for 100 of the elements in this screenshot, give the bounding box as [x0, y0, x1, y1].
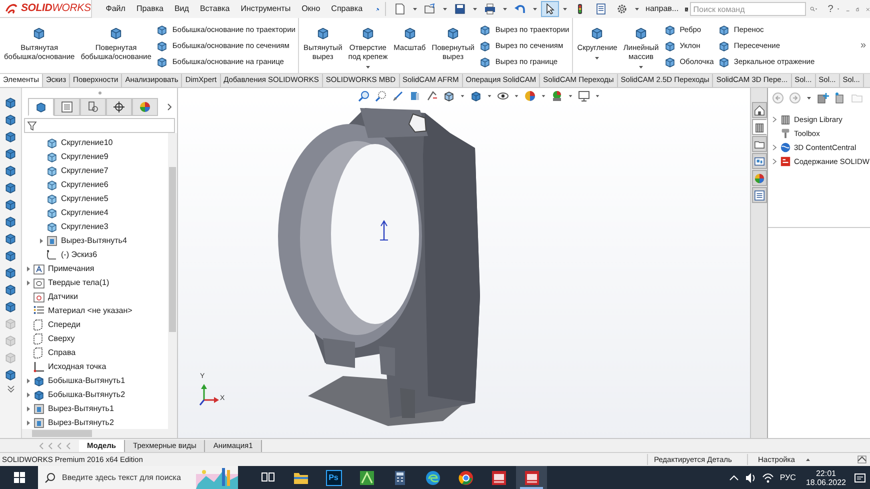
- feature-tool-icon[interactable]: [4, 232, 17, 245]
- tree-item[interactable]: Скругление4: [61, 207, 108, 219]
- caret-icon[interactable]: [502, 6, 508, 12]
- zoom-fit-icon[interactable]: [358, 90, 370, 102]
- start-icon[interactable]: [14, 472, 24, 483]
- caret-up-icon[interactable]: [804, 456, 811, 462]
- tree-item[interactable]: Скругление5: [61, 193, 108, 205]
- caret-icon[interactable]: [442, 6, 448, 12]
- caret-icon[interactable]: [638, 64, 644, 70]
- feature-tool-icon[interactable]: [4, 147, 17, 160]
- more-button[interactable]: »: [860, 38, 870, 53]
- list-document-icon[interactable]: [594, 3, 607, 15]
- tree-item[interactable]: Материал <не указан>: [48, 305, 132, 317]
- taskbar-app-button[interactable]: [516, 466, 547, 489]
- feature-tool-icon[interactable]: [4, 164, 17, 177]
- display-style-icon[interactable]: [470, 90, 482, 102]
- color-wheel-tab[interactable]: [132, 98, 158, 116]
- zoom-area-icon[interactable]: [375, 90, 387, 102]
- view-orientation-icon[interactable]: [443, 90, 455, 102]
- expand-arrow-icon[interactable]: [26, 406, 31, 412]
- annotation-view-icon[interactable]: [426, 90, 438, 102]
- undo-icon[interactable]: [514, 3, 526, 15]
- feature-tool-icon[interactable]: [4, 300, 17, 313]
- menu-item[interactable]: Окно: [302, 3, 320, 15]
- tree-item[interactable]: Спереди: [48, 319, 80, 331]
- list-tab[interactable]: [54, 98, 80, 116]
- tree-item[interactable]: Вырез-Вытянуть2: [48, 417, 114, 429]
- caret-icon[interactable]: [412, 6, 418, 12]
- part-icon[interactable]: [35, 101, 47, 113]
- caret-icon[interactable]: [460, 93, 465, 99]
- feature-tool-icon[interactable]: [4, 215, 17, 228]
- caret-icon[interactable]: [364, 64, 371, 70]
- scene-icon[interactable]: [551, 90, 563, 102]
- document-icon[interactable]: [394, 3, 406, 15]
- feature-tool-icon[interactable]: [4, 181, 17, 194]
- menu-item[interactable]: Файл: [106, 3, 126, 15]
- feature-tool-icon[interactable]: [4, 96, 17, 109]
- expand-arrow-icon[interactable]: [26, 266, 31, 272]
- folder-icon[interactable]: [424, 3, 436, 15]
- feature-tool-icon[interactable]: [4, 113, 17, 126]
- settings-icon[interactable]: [616, 3, 628, 15]
- taskbar-search-field[interactable]: Введите здесь текст для поиска: [62, 466, 196, 489]
- caret-icon[interactable]: [594, 55, 600, 61]
- caret-icon[interactable]: [568, 93, 573, 99]
- clock[interactable]: 22:01 18.06.2022: [806, 468, 846, 486]
- feature-tool-icon[interactable]: [4, 283, 17, 296]
- tree-item[interactable]: Бобышка-Вытянуть2: [48, 389, 126, 401]
- caret-icon[interactable]: [562, 6, 568, 12]
- tree-item[interactable]: Справа: [48, 347, 76, 359]
- caret-icon[interactable]: [532, 6, 538, 12]
- section-view-icon[interactable]: [409, 90, 421, 102]
- expand-arrow-icon[interactable]: [26, 420, 31, 426]
- expand-arrow-icon[interactable]: [26, 392, 31, 398]
- tree-item[interactable]: Примечания: [48, 263, 94, 275]
- caret-icon[interactable]: [472, 6, 478, 12]
- tree-item[interactable]: (-) Эскиз6: [61, 249, 98, 261]
- message-icon[interactable]: [857, 455, 867, 464]
- crosshair-tab[interactable]: [106, 98, 132, 116]
- search-field[interactable]: Поиск команд: [690, 2, 806, 16]
- caret-icon[interactable]: [634, 6, 640, 12]
- menu-item[interactable]: Справка: [331, 3, 363, 15]
- feature-tool-icon[interactable]: [4, 130, 17, 143]
- configuration-tab[interactable]: [80, 98, 106, 116]
- speaker-icon[interactable]: [744, 472, 756, 484]
- crosshair-icon[interactable]: [113, 101, 125, 113]
- color-wheel-icon[interactable]: [139, 101, 151, 113]
- feature-tool-icon[interactable]: [4, 368, 17, 381]
- vertical-scrollbar[interactable]: [168, 133, 177, 429]
- caret-icon[interactable]: [541, 93, 546, 99]
- list-icon[interactable]: [61, 101, 73, 113]
- expand-arrow-icon[interactable]: [26, 280, 31, 286]
- taskbar-app-button[interactable]: Ps: [318, 466, 349, 489]
- menu-item[interactable]: Правка: [136, 3, 164, 15]
- tree-item[interactable]: Датчики: [48, 291, 78, 303]
- feature-tool-icon[interactable]: [4, 249, 17, 262]
- help-button[interactable]: ?: [828, 2, 834, 16]
- caret-icon[interactable]: [487, 93, 492, 99]
- caret-icon[interactable]: [806, 95, 812, 101]
- expand-arrow-icon[interactable]: [39, 238, 44, 244]
- handle-dot-icon[interactable]: [98, 91, 102, 95]
- part-tab[interactable]: [28, 98, 54, 116]
- chevron-right-icon[interactable]: [166, 103, 173, 111]
- tree-item[interactable]: Твердые тела(1): [48, 277, 110, 289]
- tree-item[interactable]: Скругление6: [61, 179, 108, 191]
- menu-item[interactable]: Инструменты: [240, 3, 291, 15]
- tree-item[interactable]: Скругление10: [61, 137, 113, 149]
- wifi-icon[interactable]: [762, 472, 774, 484]
- tree-item[interactable]: Скругление3: [61, 221, 108, 233]
- tree-item[interactable]: Скругление7: [61, 165, 108, 177]
- add-location-icon[interactable]: [817, 92, 829, 104]
- language-indicator[interactable]: РУС: [780, 472, 796, 484]
- tree-item[interactable]: Вырез-Вытянуть1: [48, 403, 114, 415]
- chevron-icon[interactable]: [6, 385, 14, 393]
- pointer-button[interactable]: [540, 1, 559, 17]
- menu-item[interactable]: Вставка: [200, 3, 230, 15]
- monitor-icon[interactable]: [578, 90, 590, 102]
- caret-icon[interactable]: [595, 93, 600, 99]
- feature-tool-icon[interactable]: [4, 198, 17, 211]
- library-add-icon[interactable]: [834, 92, 846, 104]
- notification-icon[interactable]: [854, 472, 866, 484]
